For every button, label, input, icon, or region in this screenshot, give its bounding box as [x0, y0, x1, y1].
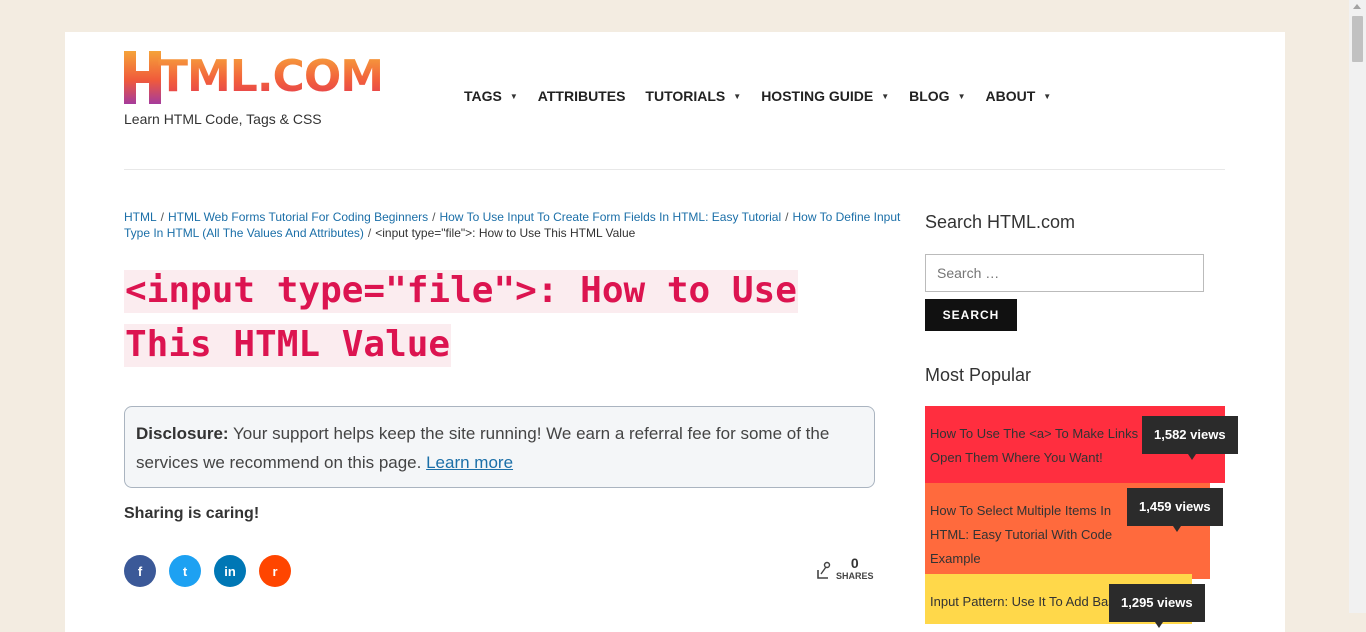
popular-item-title: How To Select Multiple Items In HTML: Ea…	[930, 503, 1113, 566]
twitter-share-button[interactable]: t	[169, 555, 201, 587]
caret-down-icon: ▼	[733, 91, 742, 101]
share-buttons: f t in r	[124, 555, 304, 587]
page-title: <input type="file">: How to Use This HTM…	[124, 270, 798, 367]
sharing-heading: Sharing is caring!	[124, 505, 260, 522]
search-heading: Search HTML.com	[925, 212, 1076, 232]
disclosure-box: Disclosure: Your support helps keep the …	[124, 406, 875, 488]
breadcrumb: HTML / HTML Web Forms Tutorial For Coding …	[124, 210, 901, 240]
caret-down-icon: ▼	[881, 91, 890, 101]
caret-down-icon: ▼	[1043, 91, 1052, 101]
search-input[interactable]	[925, 254, 1204, 292]
scroll-up-arrow-icon[interactable]	[1353, 4, 1361, 9]
breadcrumb-link-input[interactable]: How To Use Input To Create Form Fields I…	[439, 210, 781, 224]
most-popular-heading: Most Popular	[925, 365, 1032, 385]
learn-more-link[interactable]: Learn more	[426, 453, 513, 472]
vertical-scrollbar[interactable]	[1349, 0, 1366, 613]
logo-h-mark	[124, 51, 161, 104]
disclosure-label: Disclosure:	[136, 424, 229, 443]
page-container: TML.COM Learn HTML Code, Tags & CSS TAGS…	[65, 32, 1285, 632]
site-logo[interactable]: TML.COM	[124, 51, 384, 106]
nav-item-about[interactable]: ABOUT ▼	[986, 88, 1052, 104]
facebook-share-button[interactable]: f	[124, 555, 156, 587]
views-badge: 1,295 views	[1109, 584, 1205, 628]
breadcrumb-current: <input type="file">: How to Use This HTM…	[375, 226, 636, 240]
reddit-share-button[interactable]: r	[259, 555, 291, 587]
share-icon	[817, 561, 831, 579]
nav-item-tutorials[interactable]: TUTORIALS ▼	[645, 88, 741, 104]
caret-down-icon: ▼	[509, 91, 518, 101]
caret-down-icon: ▼	[957, 91, 966, 101]
nav-item-hosting-guide[interactable]: HOSTING GUIDE ▼	[761, 88, 889, 104]
views-badge: 1,582 views	[1142, 416, 1238, 460]
scrollbar-thumb[interactable]	[1352, 16, 1363, 62]
nav-item-attributes[interactable]: ATTRIBUTES	[538, 88, 626, 104]
linkedin-icon: in	[224, 563, 236, 579]
popular-item-title: How To Use The <a> To Make Links Open Th…	[930, 426, 1139, 465]
search-button[interactable]: SEARCH	[925, 299, 1017, 331]
logo-text: TML.COM	[158, 47, 384, 107]
nav-item-blog[interactable]: BLOG ▼	[909, 88, 965, 104]
nav-item-tags[interactable]: TAGS ▼	[464, 88, 518, 104]
share-count-label: SHARES	[836, 571, 874, 581]
views-badge: 1,459 views	[1127, 488, 1223, 532]
site-tagline: Learn HTML Code, Tags & CSS	[124, 111, 322, 127]
share-count-text: 0 SHARES	[836, 555, 874, 581]
twitter-icon: t	[182, 563, 188, 579]
share-count: 0 SHARES	[815, 555, 874, 581]
share-count-number: 0	[850, 555, 859, 571]
facebook-icon: f	[137, 563, 143, 579]
reddit-icon: r	[272, 563, 278, 579]
breadcrumb-link-html[interactable]: HTML	[124, 210, 157, 224]
header-divider	[124, 169, 1225, 170]
linkedin-share-button[interactable]: in	[214, 555, 246, 587]
main-nav: TAGS ▼ ATTRIBUTES TUTORIALS ▼ HOSTING GUID…	[464, 88, 1071, 104]
breadcrumb-link-web-forms[interactable]: HTML Web Forms Tutorial For Coding Begin…	[168, 210, 428, 224]
